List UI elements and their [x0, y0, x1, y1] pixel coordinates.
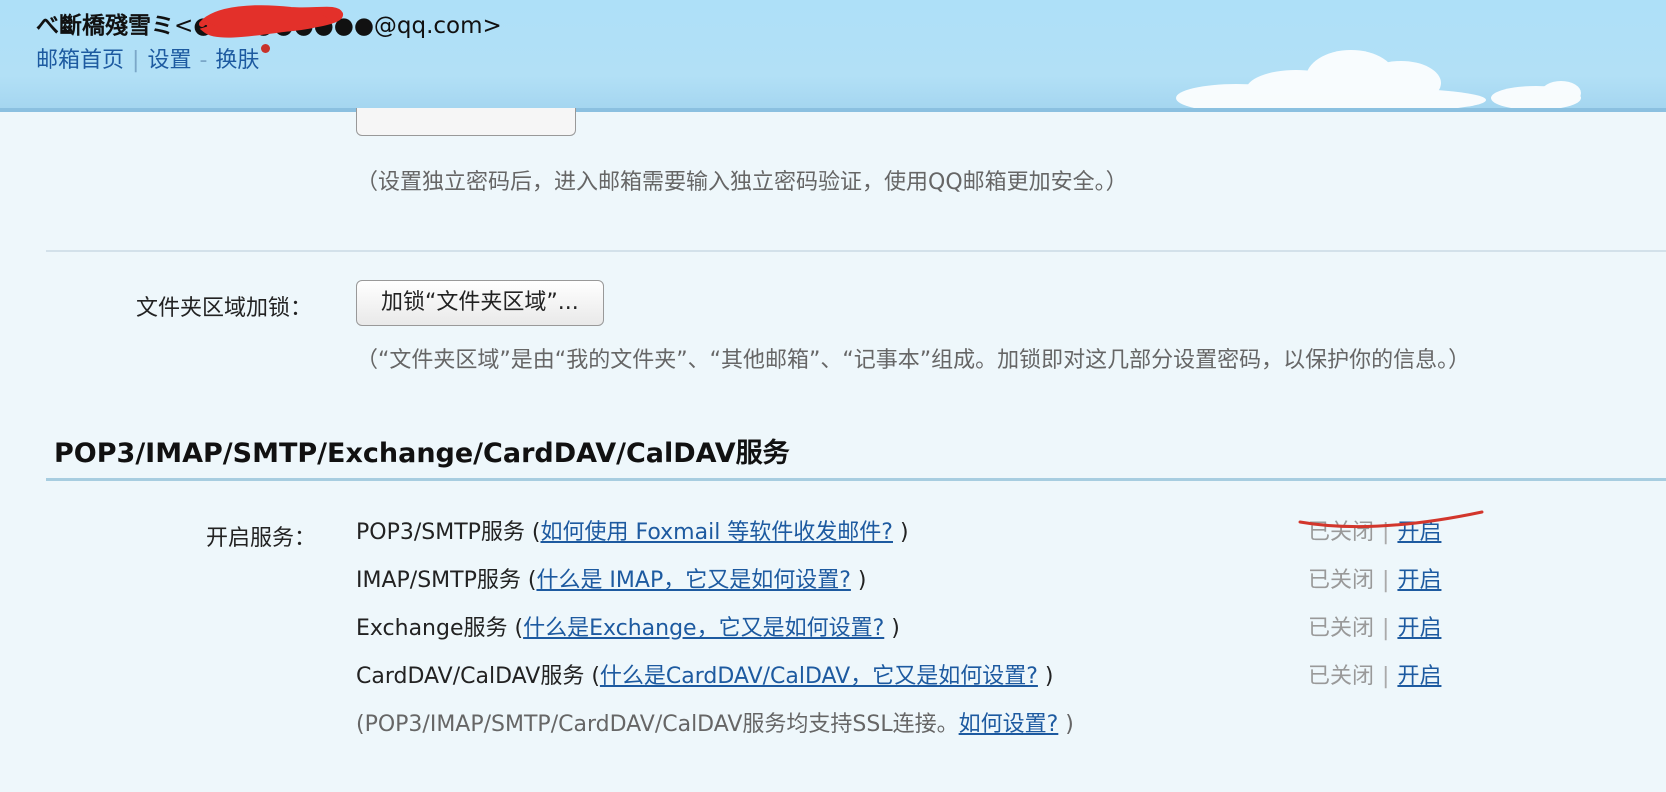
service-paren: ) [1037, 664, 1054, 689]
service-name: CardDAV/CalDAV服务 ( [356, 664, 600, 689]
enable-services-label: 开启服务： [206, 526, 317, 551]
service-help-link[interactable]: 什么是Exchange，它又是如何设置? [523, 616, 884, 641]
folder-lock-note: （“文件夹区域”是由“我的文件夹”、“其他邮箱”、“记事本”组成。加锁即对这几部… [356, 348, 1471, 373]
service-paren: ) [884, 616, 900, 641]
ssl-footnote: (POP3/IMAP/SMTP/CardDAV/CalDAV服务均支持SSL连接… [356, 706, 1074, 738]
new-badge-dot [261, 44, 271, 53]
set-password-button[interactable] [356, 108, 576, 136]
service-name: IMAP/SMTP服务 ( [356, 568, 537, 593]
ssl-how-to-link[interactable]: 如何设置? [959, 712, 1059, 737]
ssl-note-close: ) [1058, 712, 1074, 737]
mailbox-home-link[interactable]: 邮箱首页 [36, 48, 124, 73]
service-row-pop3-smtp: POP3/SMTP服务 (如何使用 Foxmail 等软件收发邮件? ) [356, 514, 909, 546]
service-help-link[interactable]: 如何使用 Foxmail 等软件收发邮件? [541, 520, 893, 545]
settings-content: （设置独立密码后，进入邮箱需要输入独立密码验证，使用QQ邮箱更加安全。） 文件夹… [0, 108, 1666, 792]
status-separator: | [1382, 568, 1390, 593]
status-separator: | [1382, 664, 1390, 689]
ssl-note-text: (POP3/IMAP/SMTP/CardDAV/CalDAV服务均支持SSL连接… [356, 712, 959, 737]
enable-exchange-link[interactable]: 开启 [1397, 616, 1441, 641]
redaction-scribble [199, 5, 343, 38]
lock-folder-area-button[interactable]: 加锁“文件夹区域”... [356, 280, 604, 326]
red-annotation-underline [1298, 510, 1484, 529]
service-name: Exchange服务 ( [356, 616, 524, 641]
change-skin-link[interactable]: 换肤 [215, 48, 259, 73]
status-separator: | [1382, 616, 1390, 641]
service-paren: ) [850, 568, 867, 593]
service-status-text: 已关闭 [1308, 568, 1375, 593]
service-paren: ) [892, 520, 909, 545]
settings-link[interactable]: 设置 [147, 48, 191, 73]
services-title-underline [46, 478, 1666, 481]
top-nav: 邮箱首页 | 设置 - 换肤 [36, 42, 271, 74]
enable-carddav-caldav-link[interactable]: 开启 [1397, 664, 1441, 689]
service-status-text: 已关闭 [1308, 616, 1375, 641]
section-divider [46, 250, 1666, 252]
services-section-title: POP3/IMAP/SMTP/Exchange/CardDAV/CalDAV服务 [54, 438, 790, 469]
service-status-text: 已关闭 [1308, 664, 1375, 689]
service-help-link[interactable]: 什么是 IMAP，它又是如何设置? [536, 568, 850, 593]
password-note: （设置独立密码后，进入邮箱需要输入独立密码验证，使用QQ邮箱更加安全。） [356, 170, 1128, 195]
folder-lock-label: 文件夹区域加锁： [136, 296, 313, 321]
service-row-carddav-caldav: CardDAV/CalDAV服务 (什么是CardDAV/CalDAV，它又是如… [356, 658, 1054, 690]
service-status-exchange: 已关闭 | 开启 [1308, 610, 1441, 642]
nav-divider: | [132, 48, 140, 73]
top-header: べ斷橋殘雪ミ<●●●●●●●●●@qq.com> 邮箱首页 | 设置 - 换肤 [0, 0, 1666, 112]
service-row-imap-smtp: IMAP/SMTP服务 (什么是 IMAP，它又是如何设置? ) [356, 562, 866, 594]
service-name: POP3/SMTP服务 ( [356, 520, 541, 545]
service-status-imap-smtp: 已关闭 | 开启 [1308, 562, 1441, 594]
enable-imap-smtp-link[interactable]: 开启 [1397, 568, 1441, 593]
user-nickname: べ斷橋殘雪ミ [36, 13, 174, 39]
header-divider [0, 110, 1666, 112]
service-help-link[interactable]: 什么是CardDAV/CalDAV，它又是如何设置? [600, 664, 1038, 689]
service-row-exchange: Exchange服务 (什么是Exchange，它又是如何设置? ) [356, 610, 900, 642]
service-status-carddav-caldav: 已关闭 | 开启 [1308, 658, 1441, 690]
cloud-decoration [1176, 50, 1581, 108]
nav-dash: - [199, 48, 208, 73]
